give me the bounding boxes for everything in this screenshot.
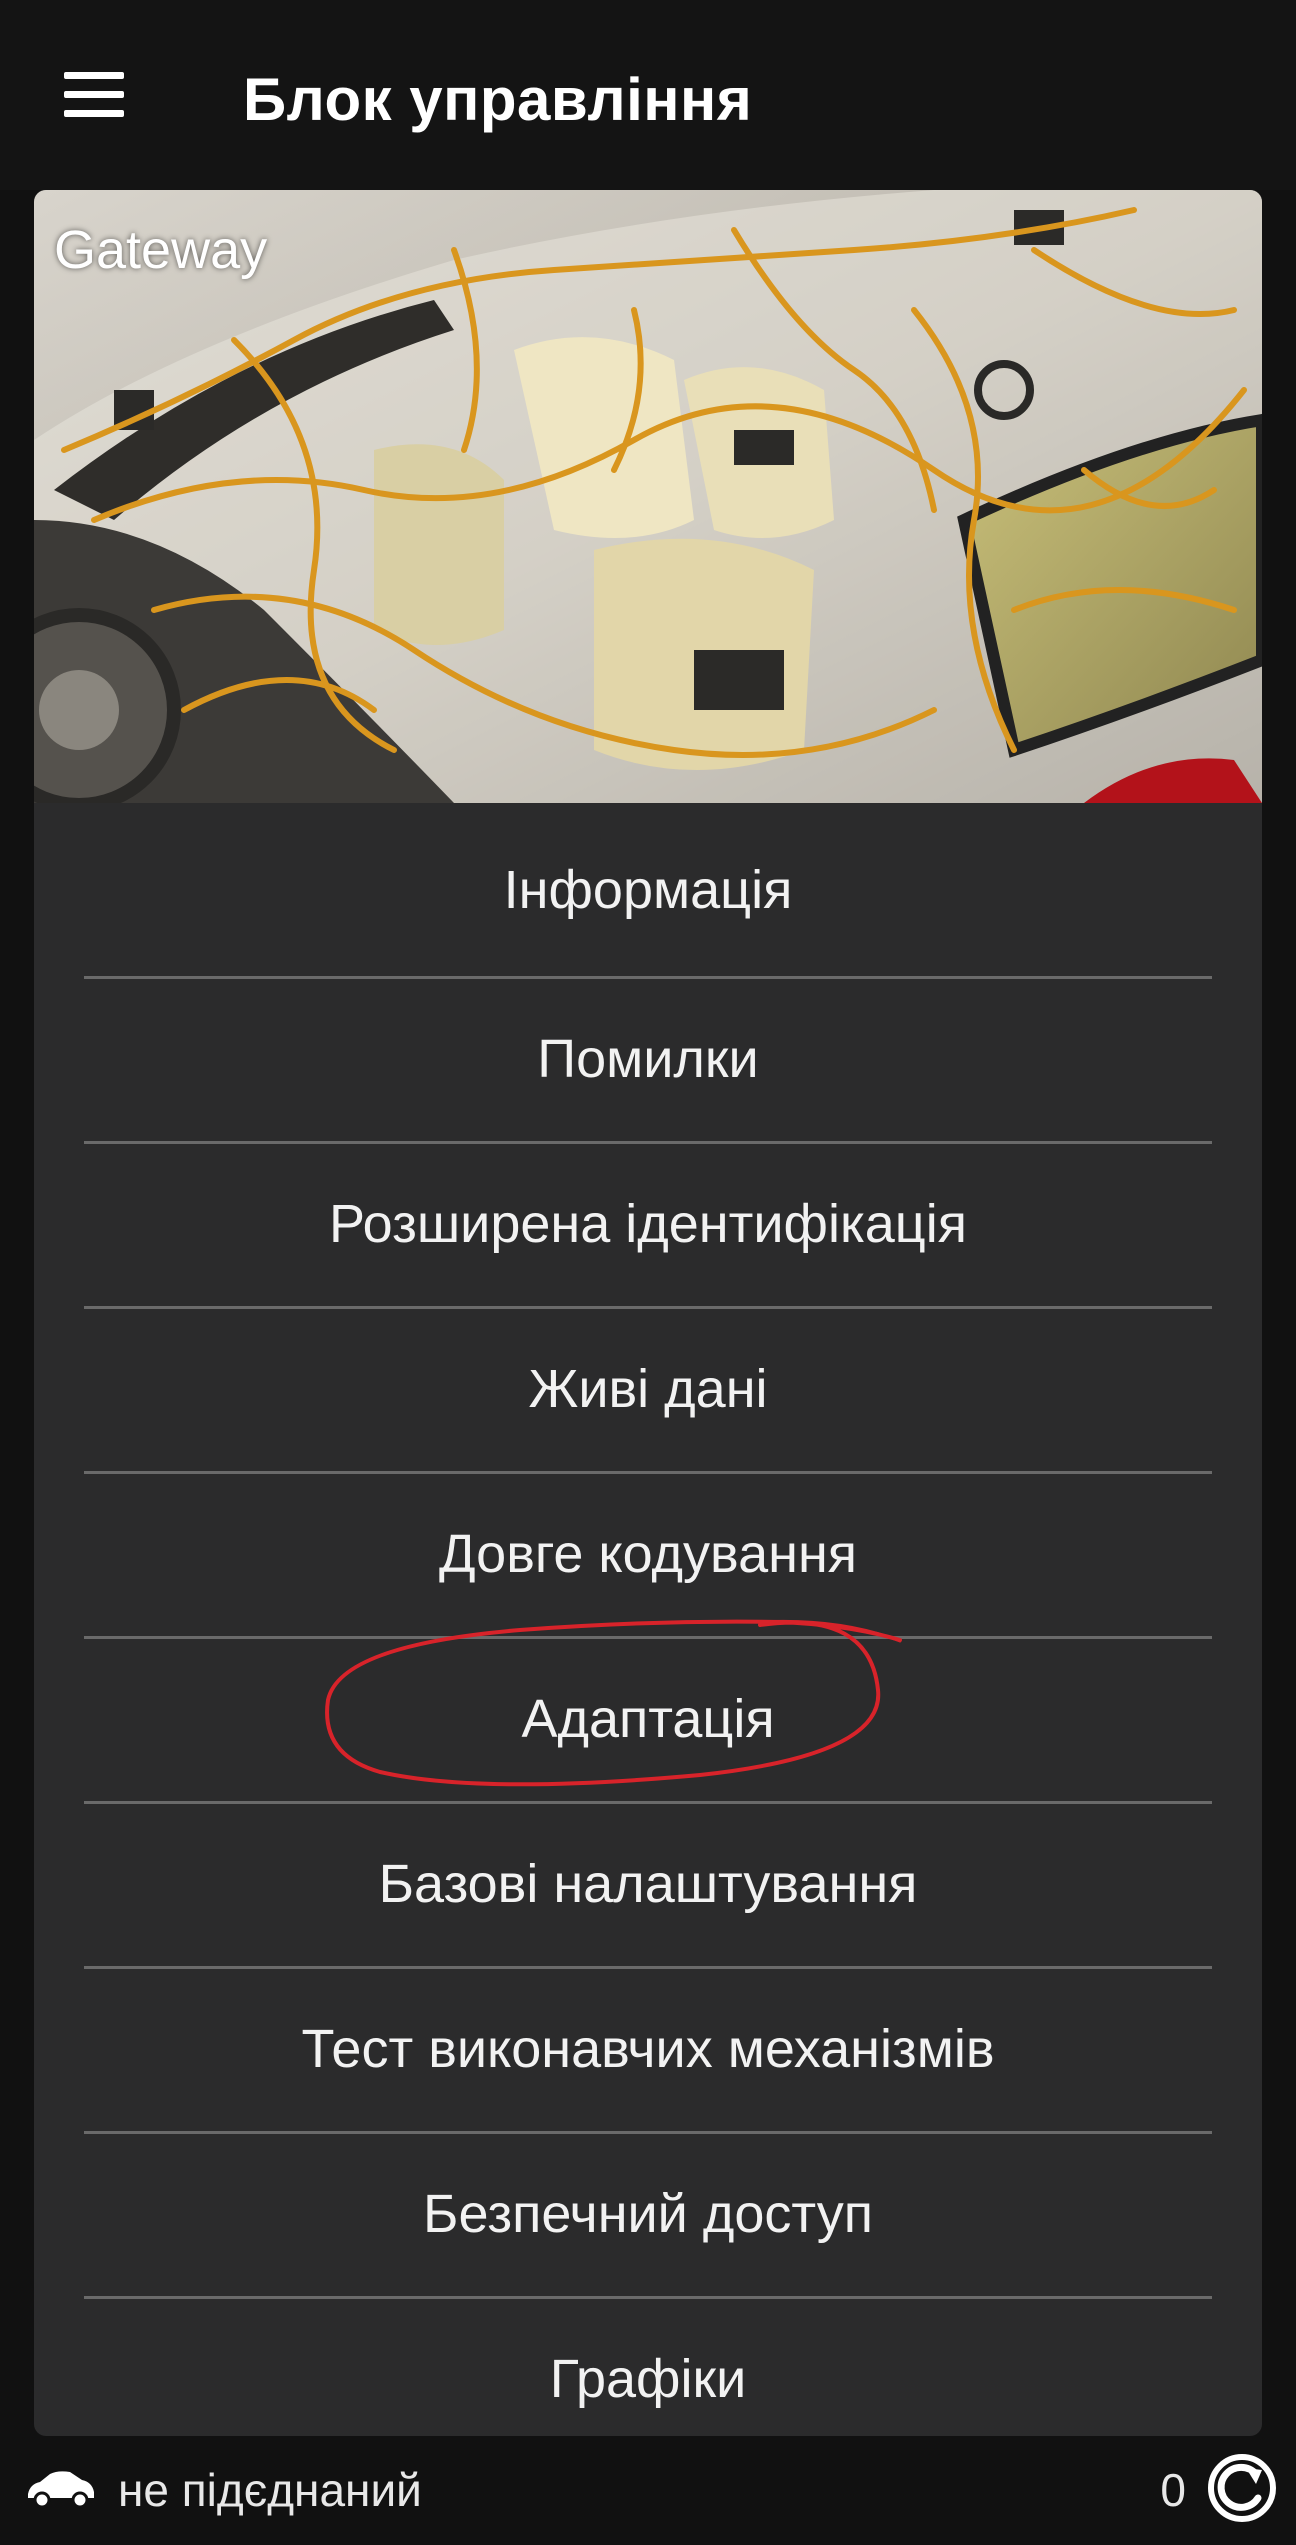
module-name: Gateway	[54, 220, 268, 280]
menu-item-long-coding[interactable]: Довге кодування	[34, 1471, 1262, 1636]
app-bar: Блок управління	[0, 0, 1296, 190]
menu-item-errors[interactable]: Помилки	[34, 976, 1262, 1141]
menu-item-information[interactable]: Інформація	[34, 803, 1262, 976]
menu-item-basic-settings[interactable]: Базові налаштування	[34, 1801, 1262, 1966]
car-wiring-illustration	[34, 190, 1262, 803]
menu-item-adaptation[interactable]: Адаптація	[34, 1636, 1262, 1801]
status-bar: не підєднаний 0	[0, 2436, 1296, 2545]
menu-item-security-access[interactable]: Безпечний доступ	[34, 2131, 1262, 2296]
hamburger-menu-icon[interactable]	[56, 62, 132, 126]
control-unit-card: Gateway Інформація Помилки Розширена іде…	[34, 190, 1262, 2436]
car-wiring-harness-photo: Gateway	[34, 190, 1262, 803]
page-title: Блок управління	[243, 66, 753, 133]
menu-item-output-tests[interactable]: Тест виконавчих механізмів	[34, 1966, 1262, 2131]
menu-item-live-data[interactable]: Живі дані	[34, 1306, 1262, 1471]
function-menu: Інформація Помилки Розширена ідентифікац…	[34, 803, 1262, 2436]
counter-value: 0	[1160, 2464, 1186, 2516]
connection-status: не підєднаний	[118, 2464, 422, 2516]
menu-item-graphs[interactable]: Графіки	[34, 2296, 1262, 2436]
car-connection-icon	[28, 2471, 94, 2509]
sync-icon[interactable]	[1206, 2452, 1278, 2524]
menu-item-extended-identification[interactable]: Розширена ідентифікація	[34, 1141, 1262, 1306]
